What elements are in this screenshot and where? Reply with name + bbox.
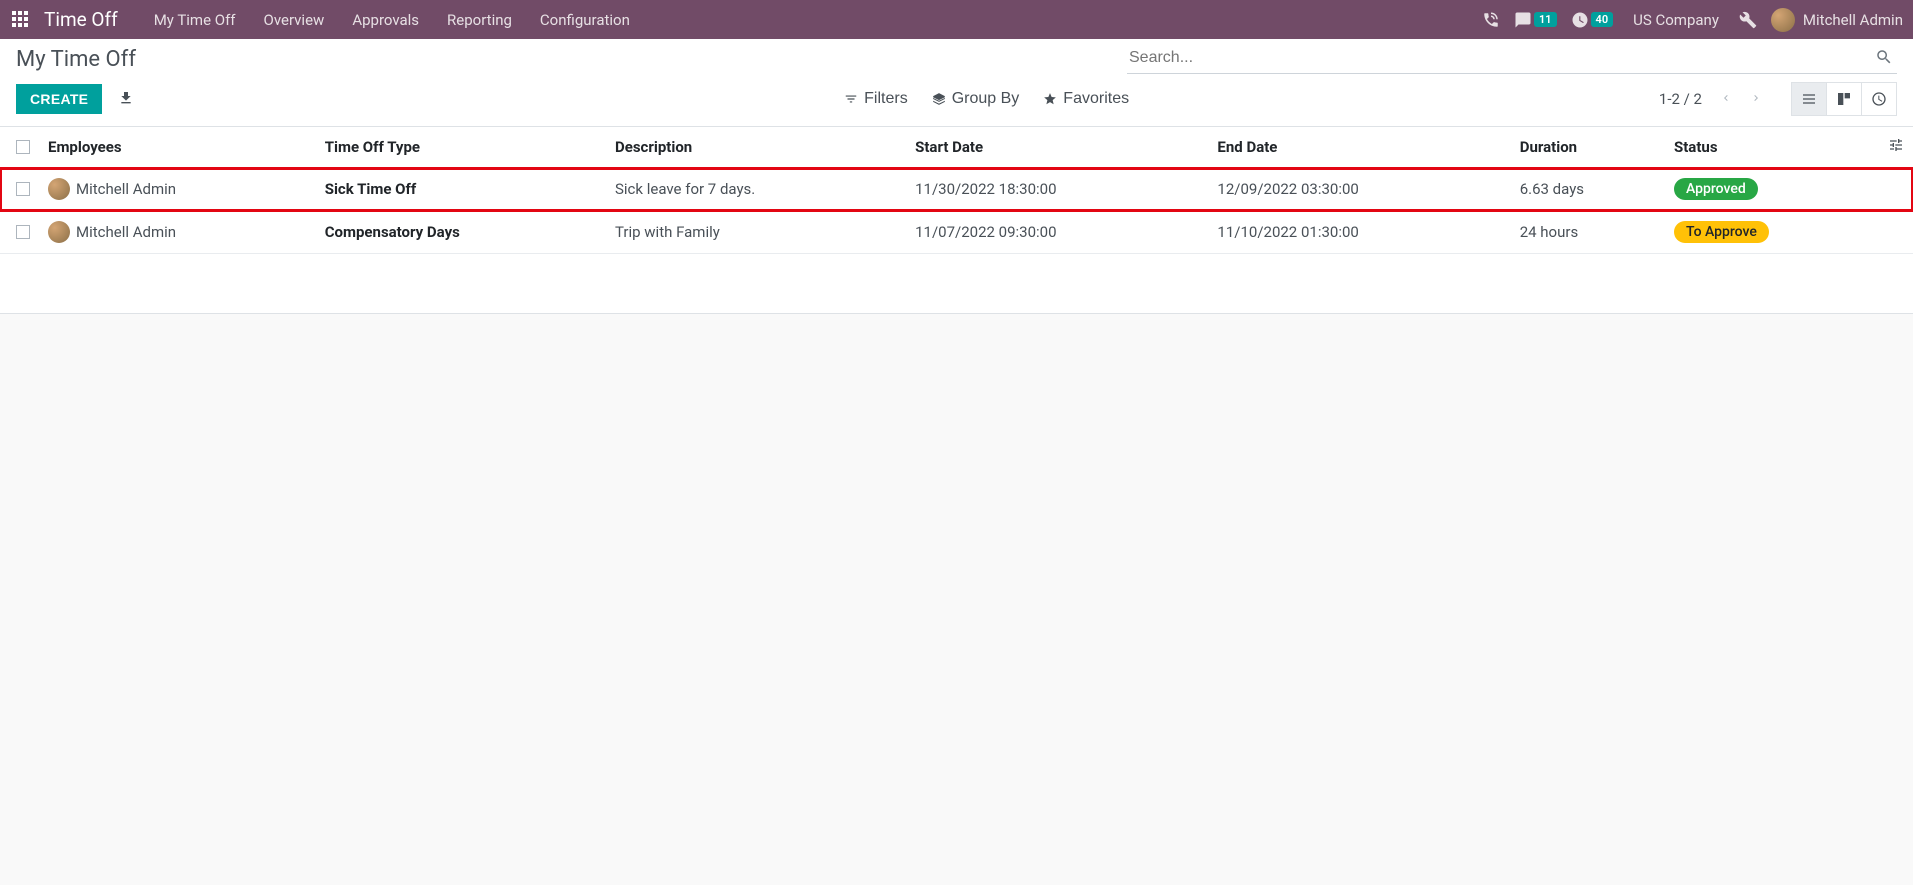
- employee-cell: Mitchell Admin: [48, 221, 309, 243]
- nav-configuration[interactable]: Configuration: [526, 3, 644, 37]
- th-duration[interactable]: Duration: [1512, 127, 1666, 168]
- employee-name: Mitchell Admin: [76, 223, 176, 241]
- pager-next-button[interactable]: [1746, 88, 1766, 111]
- type-cell: Sick Time Off: [317, 168, 607, 211]
- page-title: My Time Off: [16, 47, 136, 72]
- navbar-left: Time Off My Time Off Overview Approvals …: [10, 3, 644, 37]
- navbar-right: 11 40 US Company Mitchell Admin: [1482, 8, 1903, 32]
- filters-label: Filters: [864, 90, 908, 108]
- th-type[interactable]: Time Off Type: [317, 127, 607, 168]
- apps-icon[interactable]: [12, 11, 30, 29]
- groupby-label: Group By: [952, 90, 1020, 108]
- table-header-row: Employees Time Off Type Description Star…: [0, 127, 1913, 168]
- company-selector[interactable]: US Company: [1627, 11, 1725, 29]
- select-all-checkbox[interactable]: [16, 140, 30, 154]
- toolbar-right: 1-2 / 2: [1659, 82, 1897, 116]
- employee-avatar-icon: [48, 178, 70, 200]
- top-navbar: Time Off My Time Off Overview Approvals …: [0, 0, 1913, 39]
- kanban-view-button[interactable]: [1826, 82, 1862, 116]
- employee-name: Mitchell Admin: [76, 180, 176, 198]
- nav-reporting[interactable]: Reporting: [433, 3, 526, 37]
- employee-cell: Mitchell Admin: [48, 178, 309, 200]
- type-cell: Compensatory Days: [317, 211, 607, 254]
- pager-prev-button[interactable]: [1716, 88, 1736, 111]
- th-description[interactable]: Description: [607, 127, 907, 168]
- activities-icon[interactable]: 40: [1571, 11, 1614, 29]
- app-brand[interactable]: Time Off: [44, 8, 118, 31]
- nav-my-time-off[interactable]: My Time Off: [140, 3, 250, 37]
- debug-icon[interactable]: [1739, 11, 1757, 29]
- control-panel: My Time Off CREATE Filters Group By F: [0, 39, 1913, 127]
- description-cell: Sick leave for 7 days.: [607, 168, 907, 211]
- user-menu[interactable]: Mitchell Admin: [1771, 8, 1903, 32]
- list-view-button[interactable]: [1791, 82, 1827, 116]
- search-input[interactable]: [1127, 45, 1871, 71]
- list-table: Employees Time Off Type Description Star…: [0, 127, 1913, 314]
- search-icon[interactable]: [1871, 48, 1897, 69]
- start-cell: 11/07/2022 09:30:00: [907, 211, 1209, 254]
- nav-approvals[interactable]: Approvals: [338, 3, 433, 37]
- activity-view-button[interactable]: [1861, 82, 1897, 116]
- th-end[interactable]: End Date: [1209, 127, 1511, 168]
- view-switcher: [1792, 82, 1897, 116]
- search-toolbar: Filters Group By Favorites: [664, 90, 1129, 108]
- favorites-button[interactable]: Favorites: [1043, 90, 1129, 108]
- employee-avatar-icon: [48, 221, 70, 243]
- user-avatar-icon: [1771, 8, 1795, 32]
- cp-top: My Time Off: [0, 39, 1913, 76]
- th-status[interactable]: Status: [1666, 127, 1879, 168]
- cp-bottom: CREATE Filters Group By Favorites 1-2 / …: [0, 76, 1913, 126]
- th-start[interactable]: Start Date: [907, 127, 1209, 168]
- start-cell: 11/30/2022 18:30:00: [907, 168, 1209, 211]
- status-badge: To Approve: [1674, 221, 1769, 243]
- description-cell: Trip with Family: [607, 211, 907, 254]
- messages-icon[interactable]: 11: [1514, 11, 1557, 29]
- end-cell: 11/10/2022 01:30:00: [1209, 211, 1511, 254]
- voip-icon[interactable]: [1482, 11, 1500, 29]
- messages-badge: 11: [1534, 12, 1557, 27]
- table-row[interactable]: Mitchell Admin Compensatory Days Trip wi…: [0, 211, 1913, 254]
- duration-cell: 6.63 days: [1512, 168, 1666, 211]
- th-employees[interactable]: Employees: [40, 127, 317, 168]
- export-button[interactable]: [118, 90, 134, 109]
- favorites-label: Favorites: [1063, 90, 1129, 108]
- create-button[interactable]: CREATE: [16, 84, 102, 114]
- groupby-button[interactable]: Group By: [932, 90, 1020, 108]
- th-options[interactable]: [1879, 127, 1913, 168]
- pager-counter[interactable]: 1-2 / 2: [1659, 90, 1702, 108]
- end-cell: 12/09/2022 03:30:00: [1209, 168, 1511, 211]
- filters-button[interactable]: Filters: [844, 90, 908, 108]
- user-name: Mitchell Admin: [1803, 11, 1903, 29]
- row-checkbox[interactable]: [16, 182, 30, 196]
- duration-cell: 24 hours: [1512, 211, 1666, 254]
- nav-overview[interactable]: Overview: [250, 3, 339, 37]
- row-checkbox[interactable]: [16, 225, 30, 239]
- table-footer-space: [0, 254, 1913, 314]
- status-badge: Approved: [1674, 178, 1758, 200]
- search-bar: [1127, 45, 1897, 74]
- activities-badge: 40: [1591, 12, 1614, 27]
- table-row[interactable]: Mitchell Admin Sick Time Off Sick leave …: [0, 168, 1913, 211]
